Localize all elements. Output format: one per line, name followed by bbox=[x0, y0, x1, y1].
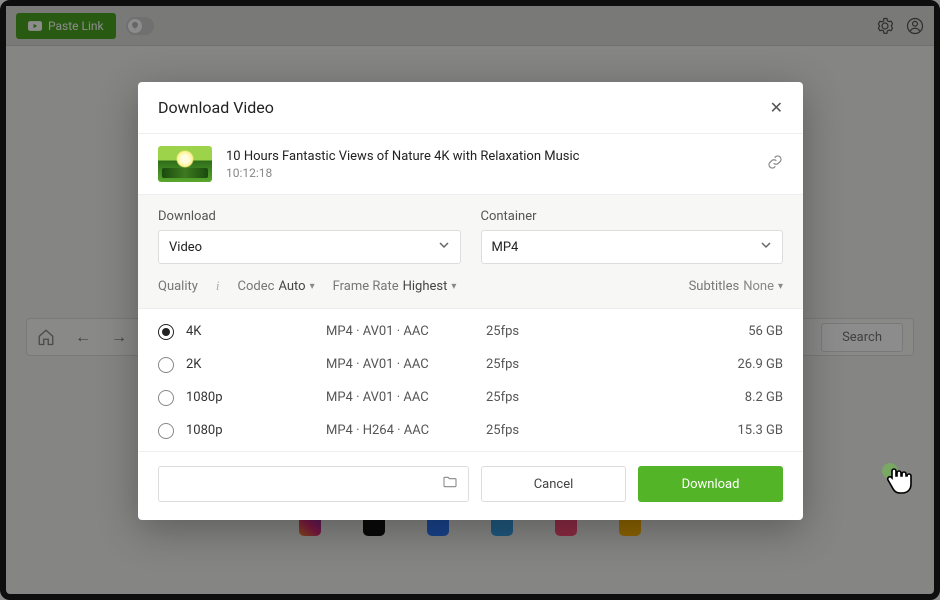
chevron-down-icon bbox=[438, 239, 450, 255]
container-label: Container bbox=[481, 209, 784, 224]
modal-title: Download Video bbox=[158, 98, 274, 117]
download-video-modal: Download Video ✕ 10 Hours Fantastic View… bbox=[138, 82, 803, 520]
framerate-value: Highest bbox=[403, 279, 448, 294]
quality-filter-label: Quality bbox=[158, 279, 198, 294]
quality-fps: 25fps bbox=[486, 324, 566, 339]
folder-icon[interactable] bbox=[442, 474, 458, 494]
quality-format: MP4 · H264 · AAC bbox=[326, 423, 486, 438]
quality-resolution: 1080p bbox=[186, 423, 326, 438]
download-button[interactable]: Download bbox=[638, 466, 783, 502]
link-icon[interactable] bbox=[767, 154, 783, 174]
chevron-down-icon bbox=[760, 239, 772, 255]
quality-format: MP4 · AV01 · AAC bbox=[326, 390, 486, 405]
quality-format: MP4 · AV01 · AAC bbox=[326, 324, 486, 339]
video-duration: 10:12:18 bbox=[226, 166, 753, 180]
quality-row[interactable]: 1080pMP4 · AV01 · AAC25fps 8.2 GB bbox=[158, 381, 783, 414]
chevron-down-icon: ▾ bbox=[778, 281, 783, 292]
close-icon[interactable]: ✕ bbox=[770, 98, 783, 117]
codec-label: Codec bbox=[238, 279, 275, 294]
codec-value: Auto bbox=[278, 279, 305, 294]
subtitles-filter[interactable]: Subtitles None ▾ bbox=[689, 279, 783, 294]
radio-icon bbox=[158, 324, 174, 340]
quality-resolution: 2K bbox=[186, 357, 326, 372]
quality-resolution: 4K bbox=[186, 324, 326, 339]
chevron-down-icon: ▾ bbox=[310, 281, 315, 292]
quality-format: MP4 · AV01 · AAC bbox=[326, 357, 486, 372]
quality-size: 15.3 GB bbox=[737, 423, 783, 438]
framerate-filter[interactable]: Frame Rate Highest ▾ bbox=[333, 279, 457, 294]
save-path-input[interactable] bbox=[158, 466, 469, 502]
quality-fps: 25fps bbox=[486, 390, 566, 405]
chevron-down-icon: ▾ bbox=[451, 281, 456, 292]
subtitles-value: None bbox=[743, 279, 774, 294]
quality-row[interactable]: 2KMP4 · AV01 · AAC25fps 26.9 GB bbox=[158, 348, 783, 381]
cancel-button[interactable]: Cancel bbox=[481, 466, 626, 502]
container-value: MP4 bbox=[492, 240, 519, 255]
quality-resolution: 1080p bbox=[186, 390, 326, 405]
quality-row[interactable]: 4KMP4 · AV01 · AAC25fps 56 GB bbox=[158, 315, 783, 348]
download-type-select[interactable]: Video bbox=[158, 230, 461, 264]
radio-icon bbox=[158, 423, 174, 439]
quality-list: 4KMP4 · AV01 · AAC25fps56 GB2KMP4 · AV01… bbox=[138, 309, 803, 447]
quality-fps: 25fps bbox=[486, 357, 566, 372]
download-type-value: Video bbox=[169, 240, 202, 255]
codec-filter[interactable]: Codec Auto ▾ bbox=[238, 279, 315, 294]
subtitles-label: Subtitles bbox=[689, 279, 740, 294]
radio-icon bbox=[158, 390, 174, 406]
quality-size: 26.9 GB bbox=[737, 357, 783, 372]
radio-icon bbox=[158, 357, 174, 373]
video-info-row: 10 Hours Fantastic Views of Nature 4K wi… bbox=[138, 134, 803, 194]
download-type-label: Download bbox=[158, 209, 461, 224]
container-select[interactable]: MP4 bbox=[481, 230, 784, 264]
quality-fps: 25fps bbox=[486, 423, 566, 438]
framerate-label: Frame Rate bbox=[333, 279, 399, 294]
video-thumbnail bbox=[158, 146, 212, 182]
info-icon[interactable]: i bbox=[216, 278, 220, 294]
video-title: 10 Hours Fantastic Views of Nature 4K wi… bbox=[226, 149, 753, 164]
quality-row[interactable]: 1080pMP4 · H264 · AAC25fps 15.3 GB bbox=[158, 414, 783, 447]
quality-size: 56 GB bbox=[748, 324, 783, 339]
quality-size: 8.2 GB bbox=[745, 390, 783, 405]
